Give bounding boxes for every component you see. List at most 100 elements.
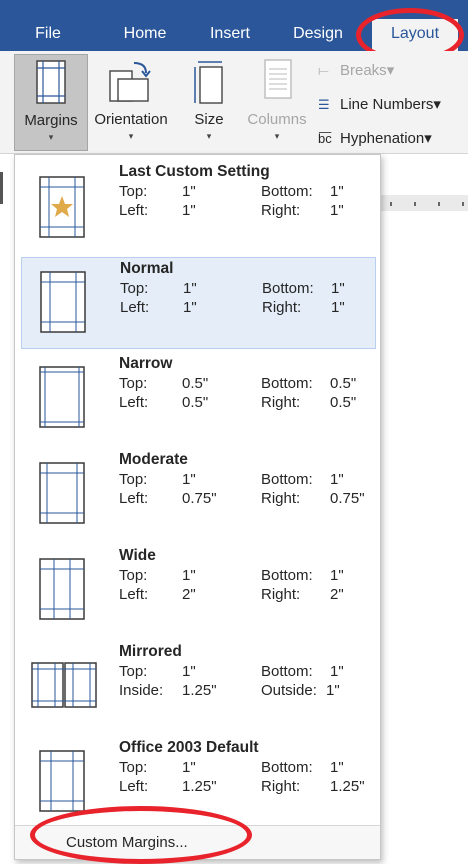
margin-preview-icon (39, 750, 85, 812)
margins-button[interactable]: Margins ▾ (14, 54, 88, 151)
option-key: Left: (120, 299, 150, 316)
option-value: 0.75" (182, 490, 217, 507)
margin-option-normal[interactable]: Normal Top: 1" Bottom: 1" Left: 1" Right… (21, 257, 376, 349)
size-icon (194, 61, 223, 104)
option-name: Mirrored (119, 643, 182, 660)
custom-margins-item[interactable]: Custom Margins... (15, 825, 380, 859)
option-value: 1.25" (330, 778, 365, 795)
horizontal-ruler[interactable] (380, 195, 468, 211)
option-key: Left: (119, 490, 149, 507)
line-numbers-icon: ☰ (318, 97, 330, 112)
columns-icon (264, 59, 292, 99)
chevron-down-icon: ▾ (274, 131, 280, 141)
margin-preview-icon (39, 176, 85, 238)
option-value: 0.75" (330, 490, 365, 507)
option-key: Right: (261, 778, 301, 795)
option-value: 1" (182, 663, 196, 680)
option-key: Left: (119, 202, 149, 219)
tab-design[interactable]: Design (278, 19, 358, 51)
option-key: Top: (119, 759, 148, 776)
option-value: 2" (182, 586, 196, 603)
option-key: Outside: (261, 682, 317, 699)
chevron-down-icon: ▾ (128, 131, 134, 141)
size-button[interactable]: Size ▾ (182, 54, 236, 151)
margin-option-moderate[interactable]: Moderate Top: 1" Bottom: 1" Left: 0.75" … (21, 449, 376, 541)
option-value: 1" (331, 280, 345, 297)
option-key: Top: (119, 183, 148, 200)
chevron-down-icon: ▾ (48, 132, 54, 142)
option-value: 1" (182, 202, 196, 219)
option-key: Right: (262, 299, 302, 316)
margin-preview-icon (39, 462, 85, 524)
tab-insert[interactable]: Insert (194, 19, 266, 51)
orientation-label: Orientation (94, 111, 168, 128)
option-key: Inside: (119, 682, 164, 699)
breaks-label: Breaks (340, 62, 387, 79)
option-key: Top: (119, 375, 148, 392)
option-key: Right: (261, 586, 301, 603)
option-value: 1" (330, 759, 344, 776)
document-page-edge (0, 172, 3, 204)
chevron-down-icon: ▾ (206, 131, 212, 141)
option-name: Office 2003 Default (119, 739, 259, 756)
chevron-down-icon: ▾ (386, 62, 395, 79)
custom-margins-label: Custom Margins... (66, 834, 188, 851)
option-value: 2" (330, 586, 344, 603)
breaks-button[interactable]: ⟝ Breaks▾ (318, 59, 468, 83)
margins-icon (36, 60, 66, 104)
ribbon-page-setup: Margins ▾ Orientation ▾ Size ▾ Columns ▾… (0, 51, 468, 154)
hyphenation-button[interactable]: b͞c Hyphenation▾ (318, 127, 468, 151)
option-key: Bottom: (261, 759, 313, 776)
option-key: Bottom: (261, 663, 313, 680)
option-value: 1" (330, 663, 344, 680)
option-key: Bottom: (261, 183, 313, 200)
option-name: Normal (120, 260, 174, 277)
option-value: 1" (330, 202, 344, 219)
option-name: Narrow (119, 355, 173, 372)
margin-option-office-2003-default[interactable]: Office 2003 Default Top: 1" Bottom: 1" L… (21, 737, 376, 829)
option-key: Bottom: (261, 471, 313, 488)
chevron-down-icon: ▾ (424, 130, 432, 147)
option-name: Last Custom Setting (119, 163, 270, 180)
margins-label: Margins (24, 112, 78, 129)
option-key: Left: (119, 778, 149, 795)
option-key: Top: (120, 280, 149, 297)
columns-button[interactable]: Columns ▾ (240, 54, 314, 151)
tab-layout[interactable]: Layout (372, 19, 458, 51)
margin-option-wide[interactable]: Wide Top: 1" Bottom: 1" Left: 2" Right: … (21, 545, 376, 637)
option-value: 0.5" (330, 394, 357, 411)
margin-option-mirrored[interactable]: Mirrored Top: 1" Bottom: 1" Inside: 1.25… (21, 641, 376, 733)
option-key: Bottom: (261, 375, 313, 392)
option-key: Right: (261, 202, 301, 219)
option-name: Moderate (119, 451, 188, 468)
option-value: 0.5" (182, 375, 209, 392)
option-key: Right: (261, 490, 301, 507)
option-value: 0.5" (330, 375, 357, 392)
option-value: 1" (182, 567, 196, 584)
breaks-icon: ⟝ (318, 63, 329, 78)
margin-preview-icon (39, 366, 85, 428)
option-key: Bottom: (261, 567, 313, 584)
margin-option-narrow[interactable]: Narrow Top: 0.5" Bottom: 0.5" Left: 0.5"… (21, 353, 376, 445)
chevron-down-icon: ▾ (433, 96, 441, 113)
tab-file[interactable]: File (18, 19, 78, 51)
hyphenation-icon: b͞c (318, 131, 332, 146)
option-value: 1" (326, 682, 340, 699)
option-key: Top: (119, 663, 148, 680)
line-numbers-label: Line Numbers (340, 96, 434, 113)
option-value: 1" (330, 471, 344, 488)
ribbon-tab-bar: File Home Insert Design Layout (0, 0, 468, 51)
option-value: 1.25" (182, 778, 217, 795)
option-value: 1" (183, 299, 197, 316)
option-key: Top: (119, 567, 148, 584)
margin-preview-icon (31, 662, 97, 708)
option-key: Left: (119, 394, 149, 411)
orientation-button[interactable]: Orientation ▾ (88, 54, 174, 151)
size-label: Size (194, 111, 224, 128)
line-numbers-button[interactable]: ☰ Line Numbers▾ (318, 93, 468, 117)
tab-home[interactable]: Home (104, 19, 186, 51)
option-value: 1" (330, 567, 344, 584)
option-value: 1" (183, 280, 197, 297)
hyphenation-label: Hyphenation (340, 130, 425, 147)
margin-option-last-custom[interactable]: Last Custom Setting Top: 1" Bottom: 1" L… (21, 161, 376, 253)
